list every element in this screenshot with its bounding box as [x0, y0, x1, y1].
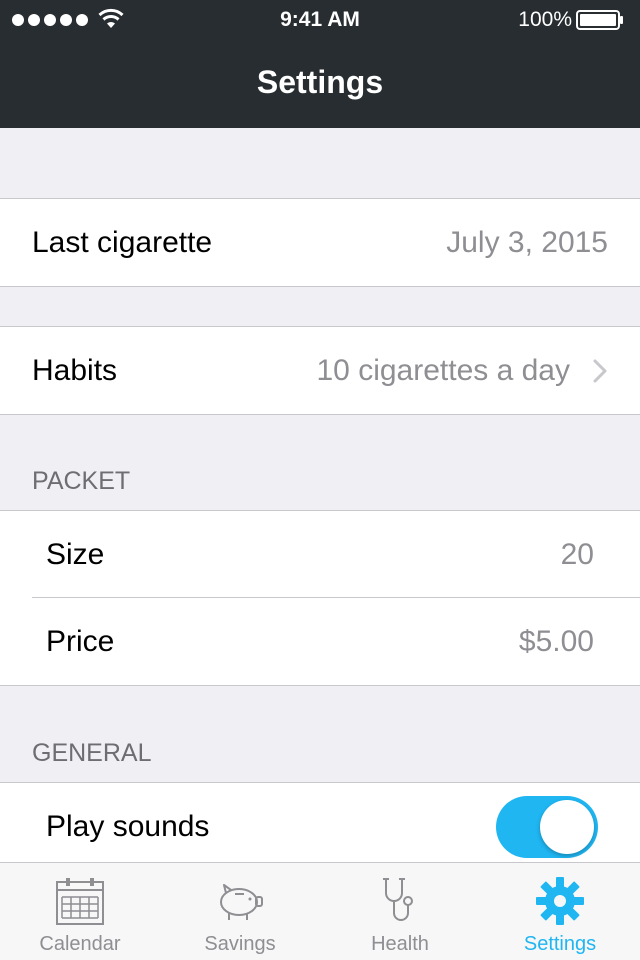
toggle-knob [540, 799, 594, 854]
habits-label: Habits [32, 353, 118, 387]
general-group: Play sounds [0, 782, 640, 870]
piggy-bank-icon [220, 884, 263, 920]
tab-calendar-label: Calendar [39, 933, 121, 955]
last-cigarette-row[interactable]: Last cigarette July 3, 2015 [0, 199, 640, 286]
tab-health[interactable]: Health [320, 863, 480, 960]
tab-savings-label: Savings [204, 933, 276, 955]
play-sounds-label: Play sounds [46, 809, 210, 843]
tab-settings-label: Settings [523, 933, 597, 955]
general-section-header: GENERAL [32, 739, 152, 767]
tab-settings[interactable]: Settings [480, 863, 640, 960]
packet-price-label: Price [46, 624, 115, 658]
packet-size-row[interactable]: Size 20 [0, 511, 640, 598]
play-sounds-row: Play sounds [0, 783, 640, 870]
calendar-icon [56, 878, 104, 925]
last-cigarette-group: Last cigarette July 3, 2015 [0, 198, 640, 287]
page-title: Settings [256, 64, 384, 100]
packet-price-row[interactable]: Price $5.00 [0, 598, 640, 685]
tab-bar: Calendar Savings Health Settings [0, 862, 640, 960]
gear-icon [536, 877, 584, 925]
habits-group: Habits 10 cigarettes a day [0, 326, 640, 415]
stethoscope-icon [383, 878, 413, 921]
chevron-right-icon [593, 359, 607, 382]
play-sounds-toggle[interactable] [496, 795, 598, 858]
habits-value: 10 cigarettes a day [316, 353, 571, 387]
packet-size-label: Size [46, 537, 105, 571]
packet-size-value: 20 [560, 537, 594, 571]
packet-group: Size 20 Price $5.00 [0, 510, 640, 686]
battery-icon [576, 10, 623, 30]
tab-calendar[interactable]: Calendar [0, 863, 160, 960]
tab-health-label: Health [371, 933, 429, 955]
tab-savings[interactable]: Savings [160, 863, 320, 960]
app-header: 9:41 AM 100% Settings [0, 0, 640, 128]
packet-section-header: PACKET [32, 467, 131, 495]
battery-percentage: 100% [518, 8, 572, 31]
status-bar: 9:41 AM 100% [0, 0, 640, 40]
last-cigarette-value: July 3, 2015 [446, 225, 608, 259]
last-cigarette-label: Last cigarette [32, 225, 213, 259]
habits-row[interactable]: Habits 10 cigarettes a day [0, 327, 640, 414]
packet-price-value: $5.00 [518, 624, 594, 658]
